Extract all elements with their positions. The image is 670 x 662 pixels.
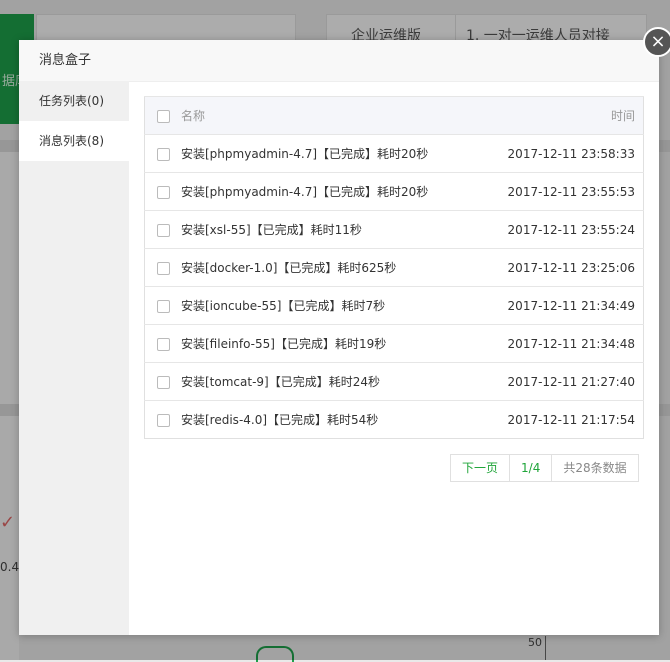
message-time: 2017-12-11 23:58:33 <box>479 134 644 173</box>
close-icon[interactable]: × <box>643 27 670 57</box>
row-checkbox-cell <box>144 210 181 249</box>
select-all-cell <box>144 96 181 135</box>
message-name: 安装[phpmyadmin-4.7]【已完成】耗时20秒 <box>181 172 480 211</box>
select-all-checkbox[interactable] <box>156 109 170 123</box>
table-row: 安装[phpmyadmin-4.7]【已完成】耗时20秒 2017-12-11 2… <box>144 172 644 211</box>
row-checkbox-cell <box>144 134 181 173</box>
row-checkbox[interactable] <box>156 147 170 161</box>
row-checkbox[interactable] <box>156 223 170 237</box>
message-time: 2017-12-11 23:25:06 <box>479 248 644 287</box>
row-checkbox-cell <box>144 172 181 211</box>
row-checkbox-cell <box>144 324 181 363</box>
message-name: 安装[docker-1.0]【已完成】耗时625秒 <box>181 248 480 287</box>
row-checkbox[interactable] <box>156 185 170 199</box>
dialog-title: 消息盒子 <box>19 40 659 82</box>
row-checkbox[interactable] <box>156 261 170 275</box>
row-checkbox-cell <box>144 400 181 439</box>
message-name: 安装[tomcat-9]【已完成】耗时24秒 <box>181 362 480 401</box>
table-row: 安装[xsl-55]【已完成】耗时11秒 2017-12-11 23:55:24 <box>144 210 644 249</box>
message-time: 2017-12-11 23:55:24 <box>479 210 644 249</box>
message-time: 2017-12-11 21:34:49 <box>479 286 644 325</box>
next-page-button[interactable]: 下一页 <box>451 455 509 481</box>
page-indicator: 1/4 <box>509 455 551 481</box>
message-list-panel: 名称 时间 安装[phpmyadmin-4.7]【已完成】耗时20秒 2017-1… <box>144 96 644 439</box>
table-row: 安装[phpmyadmin-4.7]【已完成】耗时20秒 2017-12-11 2… <box>144 134 644 173</box>
table-row: 安装[docker-1.0]【已完成】耗时625秒 2017-12-11 23:2… <box>144 248 644 287</box>
column-header-time: 时间 <box>479 96 644 135</box>
message-box-dialog: 消息盒子 × 任务列表(0) 消息列表(8) 名称 时间 安装[phpmyadm… <box>19 27 670 635</box>
row-checkbox-cell <box>144 286 181 325</box>
row-checkbox[interactable] <box>156 413 170 427</box>
column-header-name: 名称 <box>181 96 480 135</box>
message-name: 安装[ioncube-55]【已完成】耗时7秒 <box>181 286 480 325</box>
tab-message-list[interactable]: 消息列表(8) <box>19 121 129 161</box>
message-name: 安装[phpmyadmin-4.7]【已完成】耗时20秒 <box>181 134 480 173</box>
pagination: 下一页 1/4 共28条数据 <box>450 454 639 482</box>
message-name: 安装[fileinfo-55]【已完成】耗时19秒 <box>181 324 480 363</box>
dialog-sidebar: 任务列表(0) 消息列表(8) <box>19 81 129 635</box>
table-header-row: 名称 时间 <box>144 96 644 135</box>
row-checkbox-cell <box>144 248 181 287</box>
table-row: 安装[tomcat-9]【已完成】耗时24秒 2017-12-11 21:27:4… <box>144 362 644 401</box>
message-time: 2017-12-11 21:17:54 <box>479 400 644 439</box>
row-checkbox[interactable] <box>156 375 170 389</box>
table-row: 安装[redis-4.0]【已完成】耗时54秒 2017-12-11 21:17:… <box>144 400 644 439</box>
row-checkbox-cell <box>144 362 181 401</box>
message-time: 2017-12-11 21:27:40 <box>479 362 644 401</box>
message-table: 名称 时间 安装[phpmyadmin-4.7]【已完成】耗时20秒 2017-1… <box>144 96 644 439</box>
message-time: 2017-12-11 21:34:48 <box>479 324 644 363</box>
row-checkbox[interactable] <box>156 299 170 313</box>
message-name: 安装[redis-4.0]【已完成】耗时54秒 <box>181 400 480 439</box>
table-row: 安装[ioncube-55]【已完成】耗时7秒 2017-12-11 21:34:… <box>144 286 644 325</box>
message-name: 安装[xsl-55]【已完成】耗时11秒 <box>181 210 480 249</box>
tab-task-list[interactable]: 任务列表(0) <box>19 81 129 121</box>
row-checkbox[interactable] <box>156 337 170 351</box>
table-row: 安装[fileinfo-55]【已完成】耗时19秒 2017-12-11 21:3… <box>144 324 644 363</box>
message-time: 2017-12-11 23:55:53 <box>479 172 644 211</box>
total-count: 共28条数据 <box>551 455 637 481</box>
